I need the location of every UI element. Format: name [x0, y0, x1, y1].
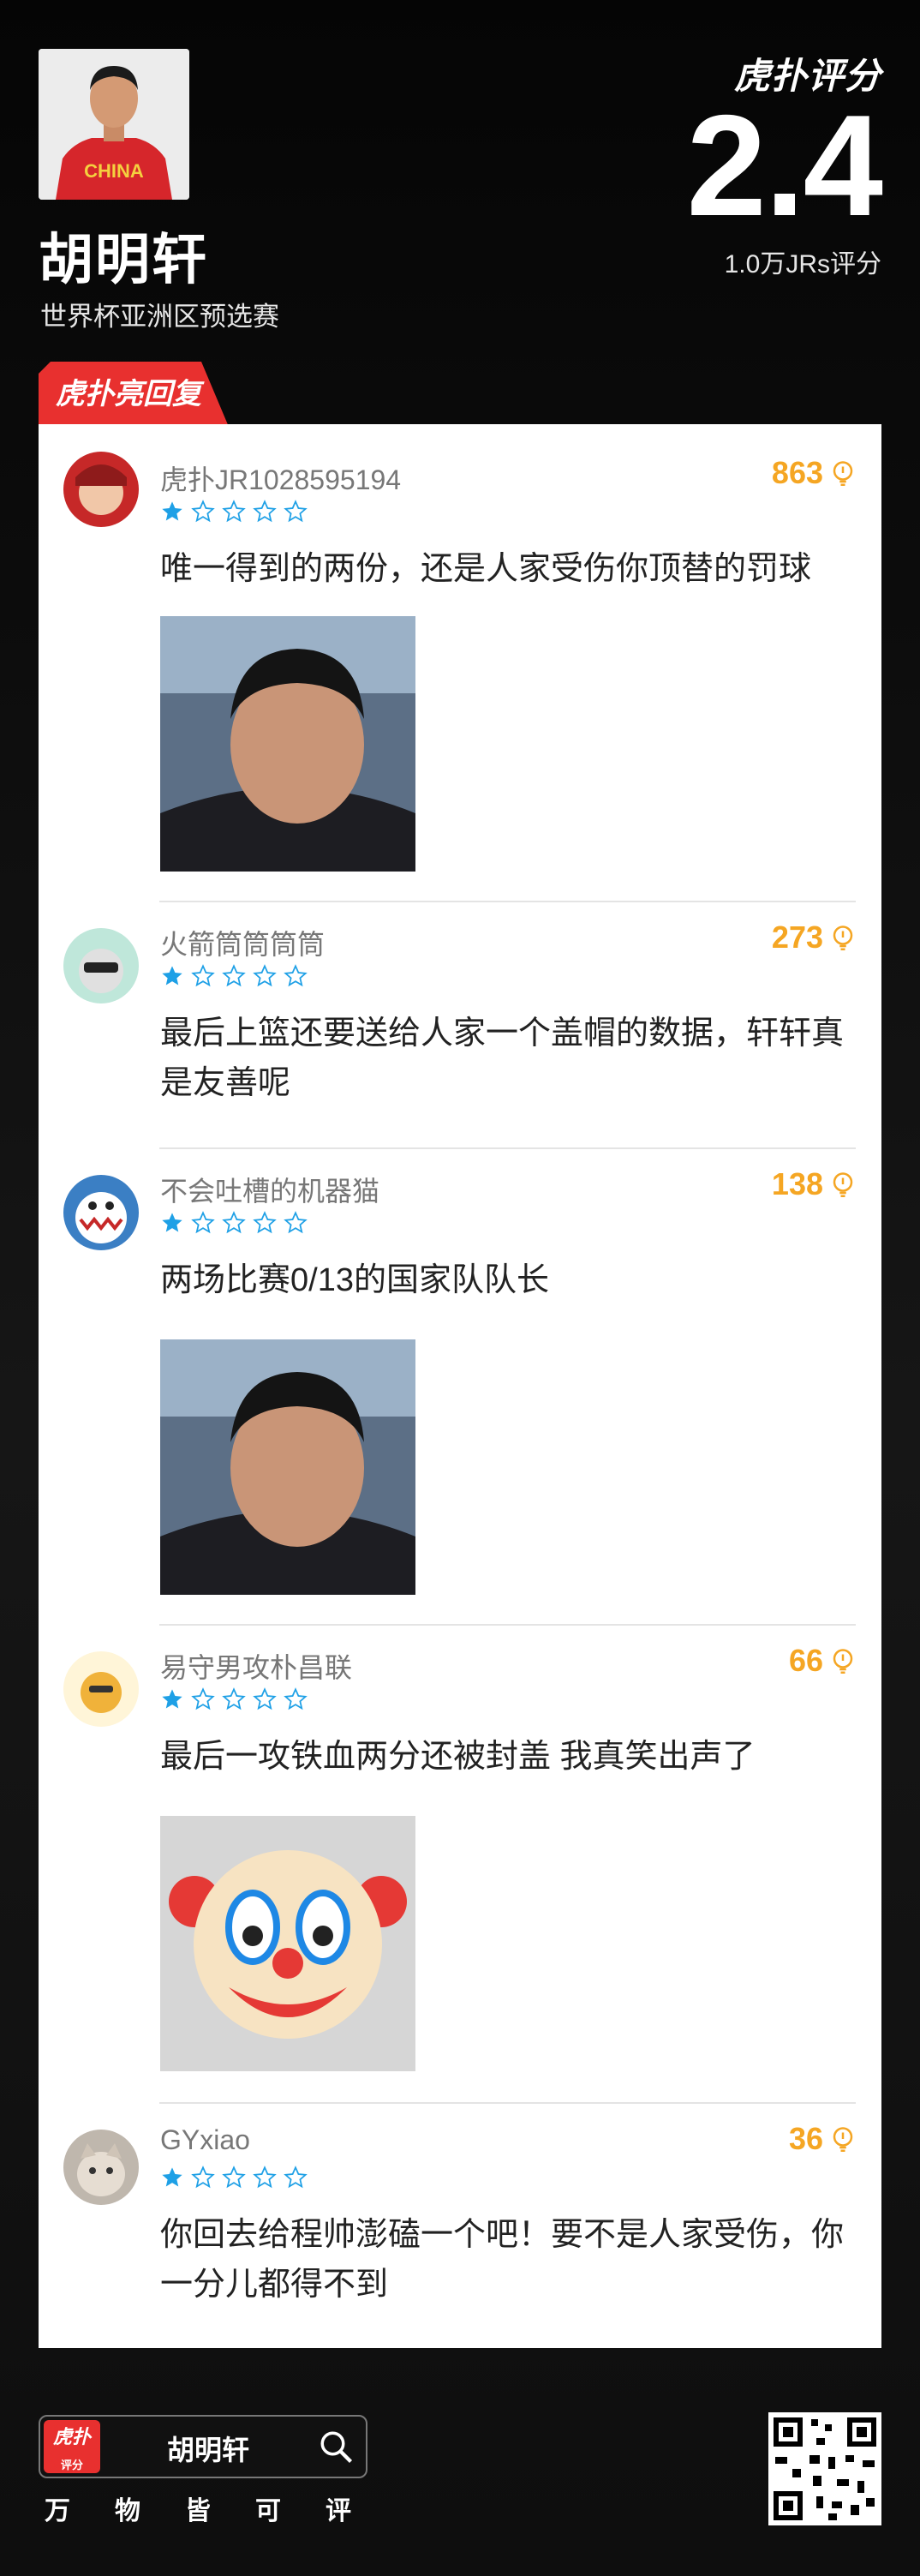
star-empty-icon	[191, 2166, 215, 2189]
like-button[interactable]: 66	[789, 1643, 856, 1679]
slogan-char: 评	[326, 2497, 351, 2525]
footer-search-box[interactable]: 虎扑 评分 胡明轩	[39, 2415, 367, 2478]
like-count: 36	[788, 2121, 823, 2156]
comment-list: 虎扑JR1028595194 863 唯一得到的两份，还是人家受伤你顶替的罚球 …	[39, 424, 881, 2348]
star-filled-icon	[162, 2167, 182, 2187]
clown-emoji-icon	[160, 1816, 415, 2071]
star-empty-icon	[253, 964, 277, 987]
player-photo: CHINA	[39, 49, 189, 200]
star-empty-icon	[284, 2166, 308, 2189]
star-empty-icon	[284, 1687, 308, 1710]
match-name: 世界杯亚洲区预选赛	[40, 302, 279, 332]
search-icon[interactable]	[318, 2429, 354, 2465]
star-empty-icon	[191, 964, 215, 987]
star-empty-icon	[222, 2166, 246, 2189]
star-empty-icon	[222, 1211, 246, 1234]
star-filled-icon	[162, 1689, 182, 1709]
lightbulb-icon	[833, 461, 853, 486]
star-empty-icon	[253, 1211, 277, 1234]
avatar[interactable]	[63, 452, 139, 527]
logo-text: 虎扑	[52, 2426, 91, 2447]
player-name: 胡明轩	[39, 229, 208, 291]
star-empty-icon	[284, 500, 308, 523]
comment-username[interactable]: 不会吐槽的机器猫	[160, 1170, 379, 1209]
star-empty-icon	[222, 500, 246, 523]
highlight-replies-tag: 虎扑亮回复	[39, 362, 229, 427]
star-filled-icon	[162, 966, 182, 985]
logo-subtext: 评分	[60, 2459, 83, 2471]
hupu-logo: 虎扑 评分	[44, 2420, 100, 2473]
lightbulb-icon	[833, 2127, 853, 2152]
star-rating	[160, 1211, 308, 1235]
comment-text: 两场比赛0/13的国家队队长	[160, 1262, 549, 1298]
star-empty-icon	[284, 1211, 308, 1234]
comment-text: 你回去给程帅澎磕一个吧！要不是人家受伤，你一分儿都得不到	[160, 2217, 845, 2303]
like-count: 863	[771, 455, 823, 490]
like-button[interactable]: 273	[772, 920, 856, 956]
comment-username[interactable]: 虎扑JR1028595194	[160, 458, 401, 498]
comment-text: 最后上篮还要送给人家一个盖帽的数据，轩轩真是友善呢	[160, 1015, 845, 1101]
like-button[interactable]: 36	[789, 2121, 856, 2157]
divider	[159, 901, 856, 902]
comment-username[interactable]: 火箭筒筒筒筒	[160, 923, 325, 962]
comment-image[interactable]	[160, 616, 415, 872]
divider	[159, 2102, 856, 2104]
comment-text: 唯一得到的两份，还是人家受伤你顶替的罚球	[160, 551, 812, 587]
star-empty-icon	[222, 1687, 246, 1710]
like-count: 66	[788, 1643, 823, 1678]
like-button[interactable]: 138	[772, 1166, 856, 1202]
divider	[159, 1624, 856, 1626]
like-count: 273	[771, 920, 823, 955]
slogan-char: 可	[255, 2497, 281, 2525]
star-empty-icon	[253, 1687, 277, 1710]
lightbulb-icon	[833, 926, 853, 950]
divider	[159, 1147, 856, 1149]
lightbulb-icon	[833, 1172, 853, 1197]
star-empty-icon	[191, 1211, 215, 1234]
qr-code[interactable]	[768, 2412, 881, 2525]
lightbulb-icon	[833, 1649, 853, 1674]
like-count: 138	[771, 1166, 823, 1201]
rating-count: 1.0万JRs评分	[724, 250, 881, 279]
slogan-char: 万	[45, 2497, 70, 2525]
star-rating	[160, 964, 308, 988]
star-empty-icon	[222, 964, 246, 987]
avatar[interactable]	[63, 2130, 139, 2205]
star-empty-icon	[191, 500, 215, 523]
avatar[interactable]	[63, 1175, 139, 1250]
rating-score: 2.4	[686, 85, 883, 246]
rating-header: CHINA 胡明轩 世界杯亚洲区预选赛 虎扑评分 2.4 1.0万JRs评分	[0, 0, 920, 360]
slogan-char: 物	[115, 2497, 140, 2525]
avatar[interactable]	[63, 928, 139, 1003]
comment-image[interactable]	[160, 1339, 415, 1595]
comment-username[interactable]: 易守男攻朴昌联	[160, 1646, 352, 1686]
avatar[interactable]	[63, 1651, 139, 1727]
like-button[interactable]: 863	[772, 455, 856, 491]
comment-username[interactable]: GYxiao	[160, 2124, 250, 2156]
comment-text: 最后一攻铁血两分还被封盖 我真笑出声了	[160, 1739, 756, 1775]
star-rating	[160, 500, 308, 524]
star-empty-icon	[253, 2166, 277, 2189]
search-query: 胡明轩	[167, 2435, 250, 2465]
slogan-char: 皆	[185, 2497, 211, 2525]
footer-slogan: 万 物 皆 可 评	[45, 2489, 351, 2527]
svg-text:CHINA: CHINA	[84, 160, 144, 182]
star-empty-icon	[253, 500, 277, 523]
star-filled-icon	[162, 1213, 182, 1232]
star-filled-icon	[162, 501, 182, 521]
star-rating	[160, 1687, 308, 1711]
star-empty-icon	[191, 1687, 215, 1710]
star-empty-icon	[284, 964, 308, 987]
comment-image[interactable]	[160, 1816, 415, 2071]
star-rating	[160, 2166, 308, 2190]
